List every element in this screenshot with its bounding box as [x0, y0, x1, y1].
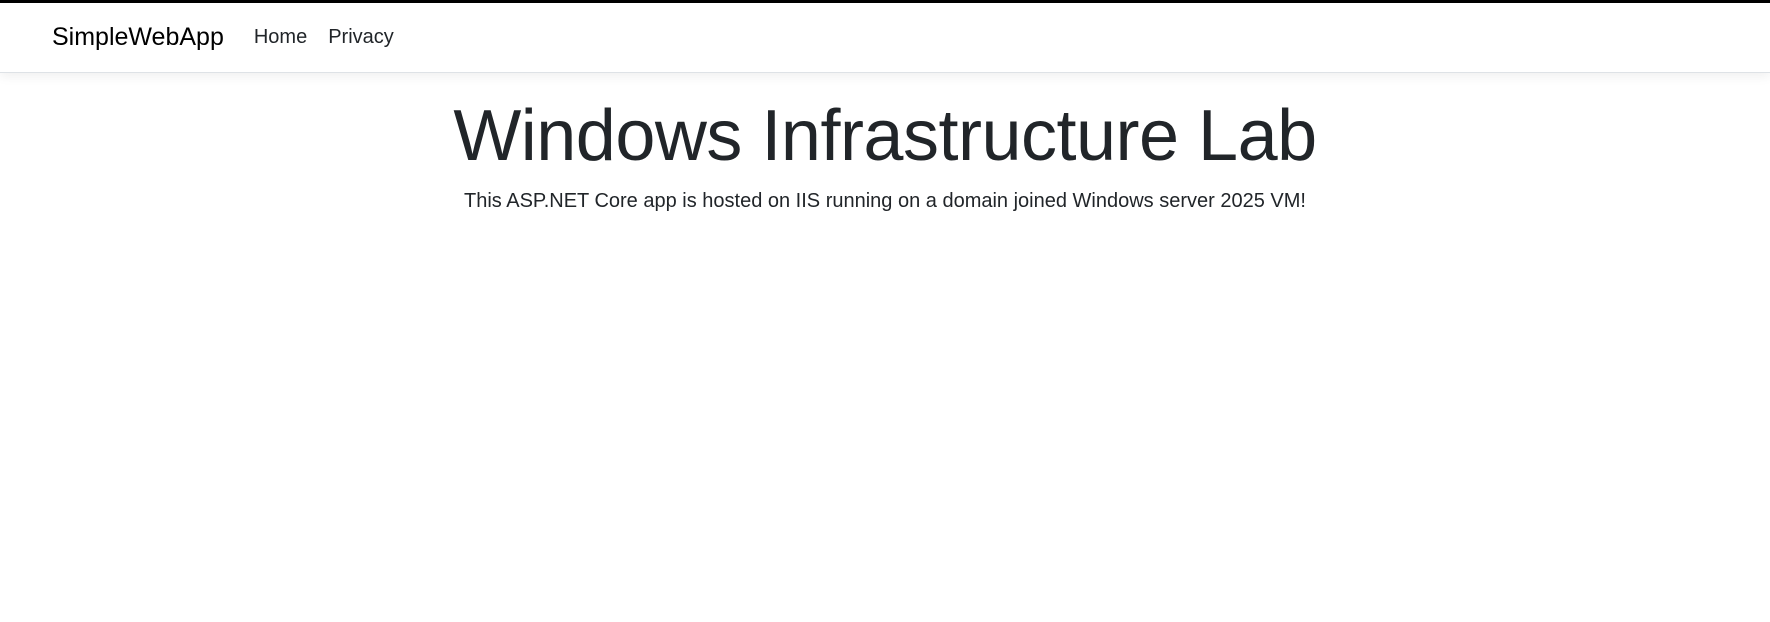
page: SimpleWebApp Home Privacy Windows Infras…: [0, 0, 1770, 622]
page-title: Windows Infrastructure Lab: [453, 96, 1317, 176]
page-description: This ASP.NET Core app is hosted on IIS r…: [464, 190, 1306, 212]
nav-link-home[interactable]: Home: [254, 26, 307, 49]
main-content: Windows Infrastructure Lab This ASP.NET …: [0, 73, 1770, 213]
brand-link[interactable]: SimpleWebApp: [52, 23, 224, 52]
nav-link-privacy[interactable]: Privacy: [328, 26, 394, 49]
top-navbar: SimpleWebApp Home Privacy: [0, 3, 1770, 73]
